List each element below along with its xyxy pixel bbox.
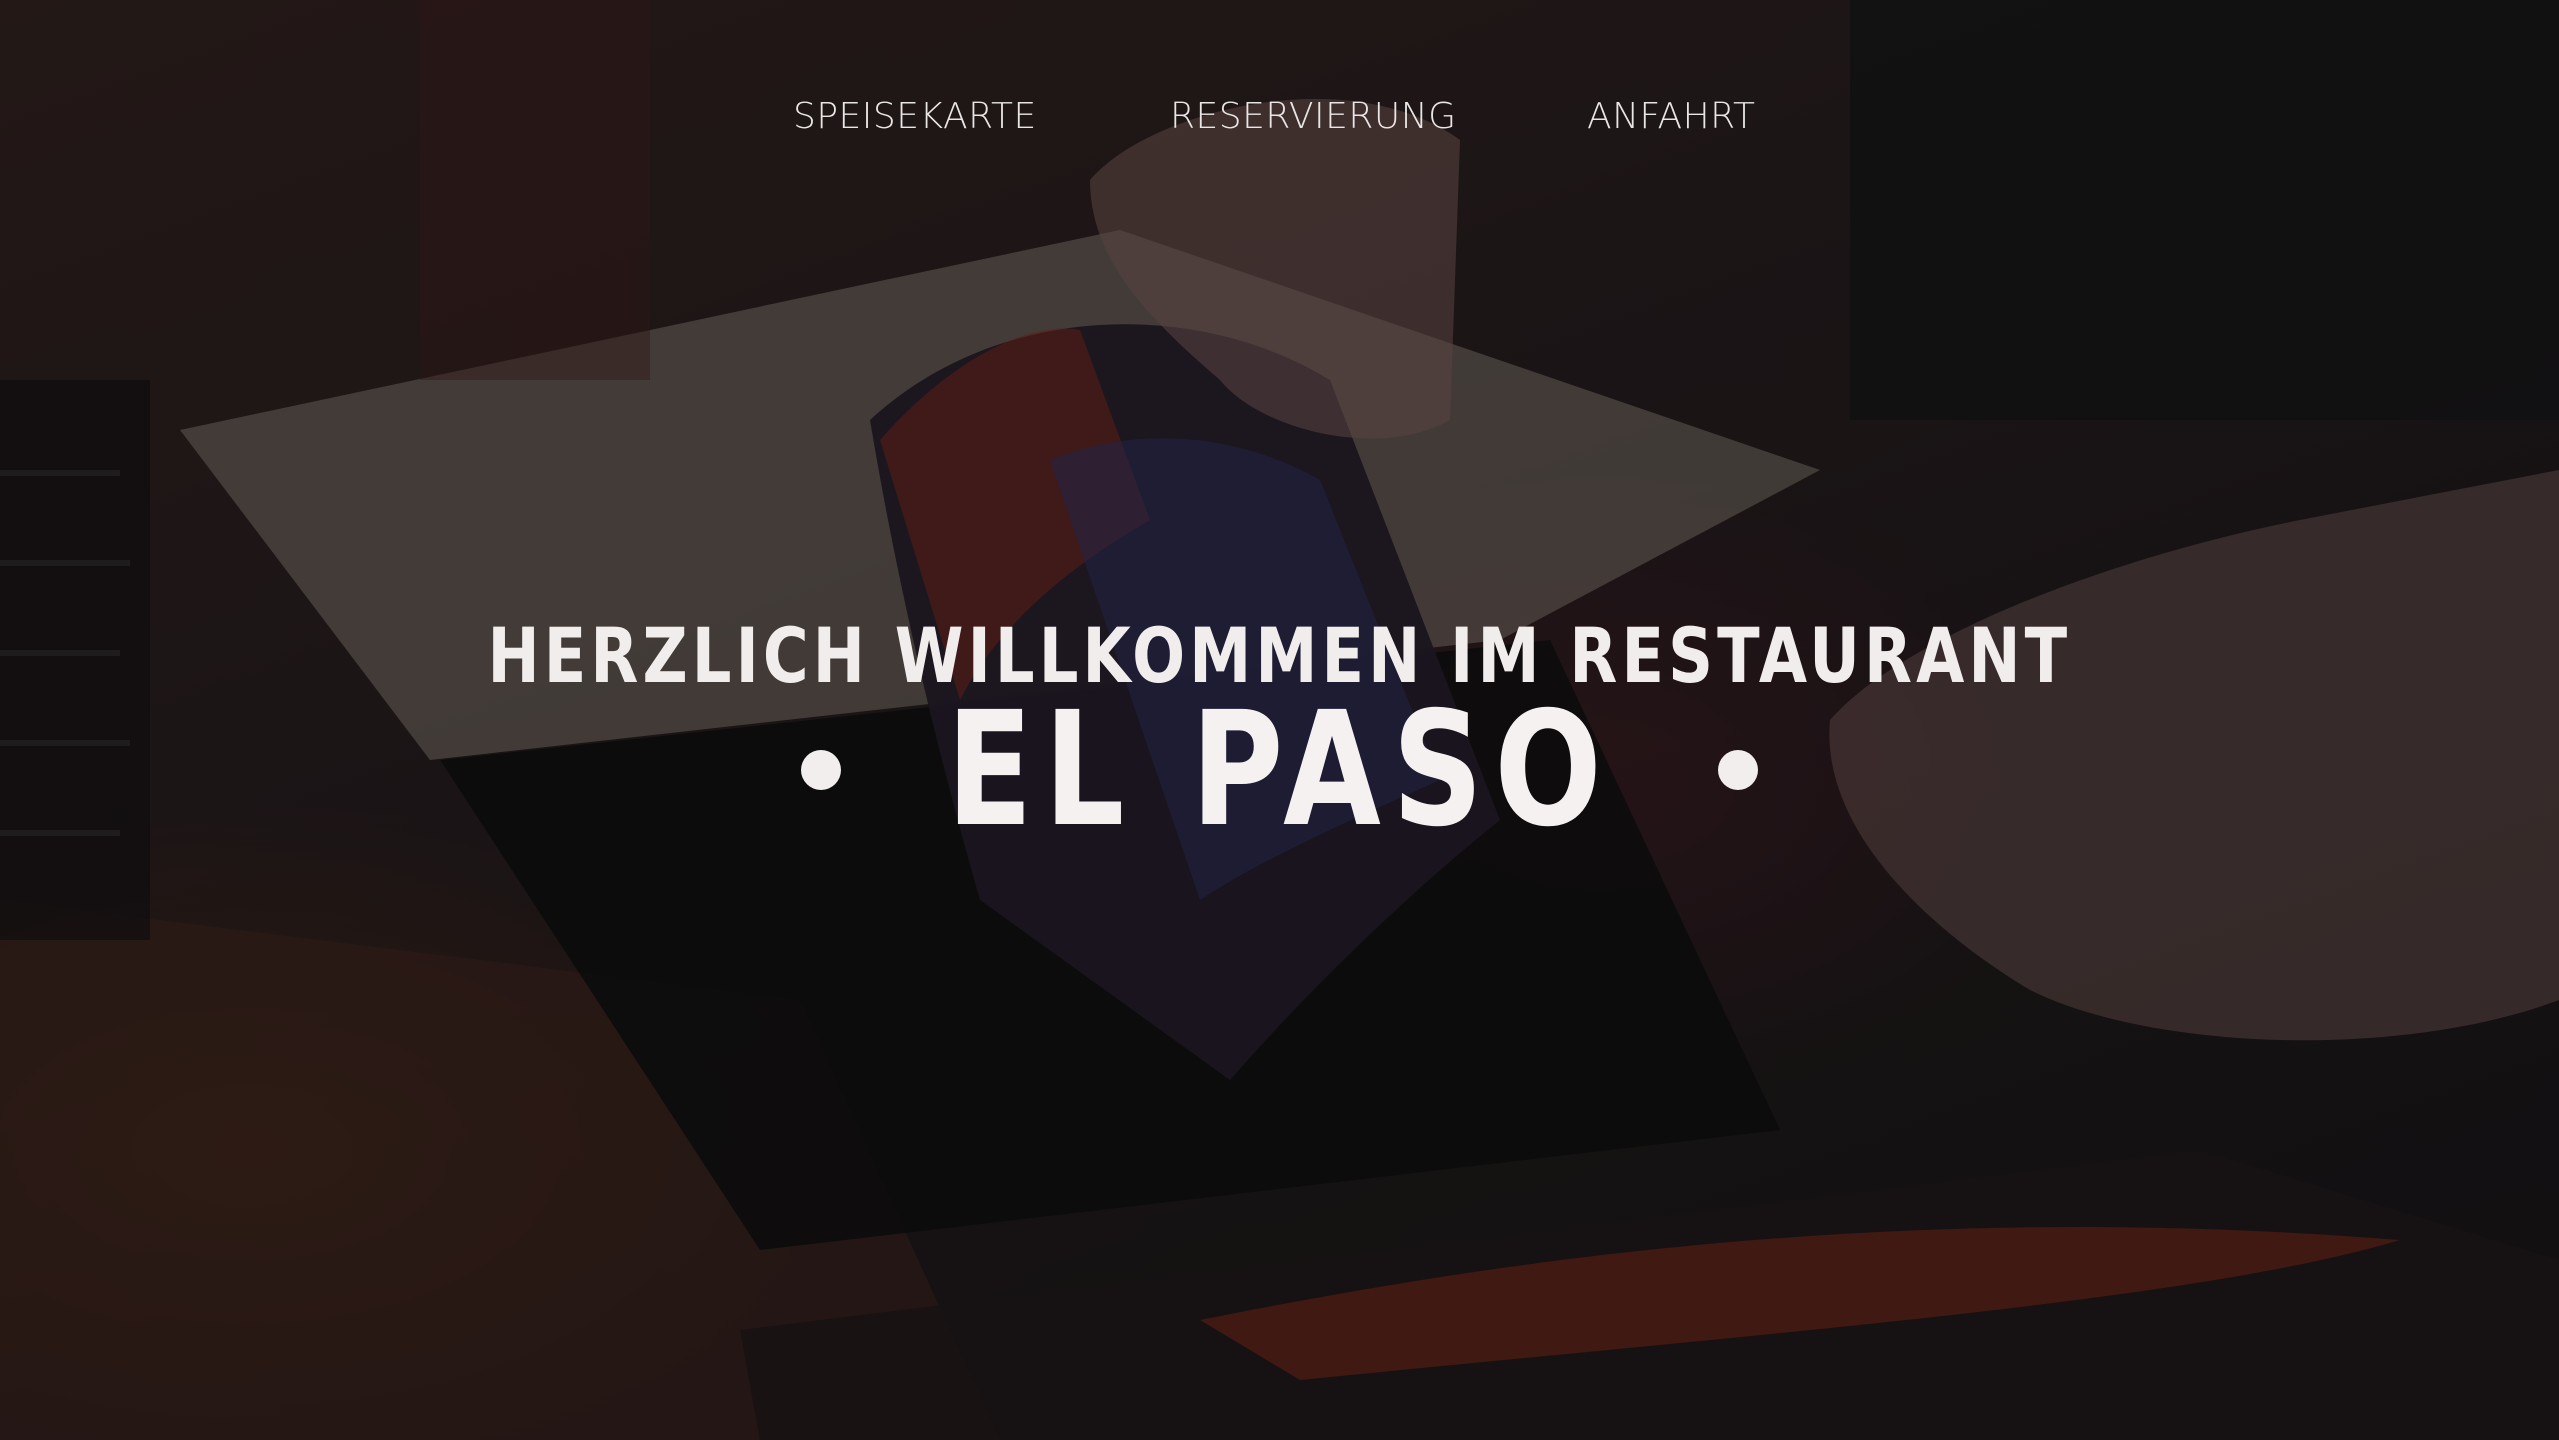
hero-section: SPEISEKARTE RESERVIERUNG ANFAHRT HERZLIC… [0,0,2559,1440]
bullet-dot-icon [1718,750,1759,790]
main-navigation: SPEISEKARTE RESERVIERUNG ANFAHRT [0,96,2559,156]
restaurant-name: EL PASO [946,678,1613,862]
nav-item-speisekarte[interactable]: SPEISEKARTE [793,96,1037,137]
bullet-dot-icon [800,750,841,790]
nav-item-reservierung[interactable]: RESERVIERUNG [1170,96,1457,137]
nav-item-anfahrt[interactable]: ANFAHRT [1587,96,1756,137]
restaurant-title: EL PASO [0,680,2559,860]
